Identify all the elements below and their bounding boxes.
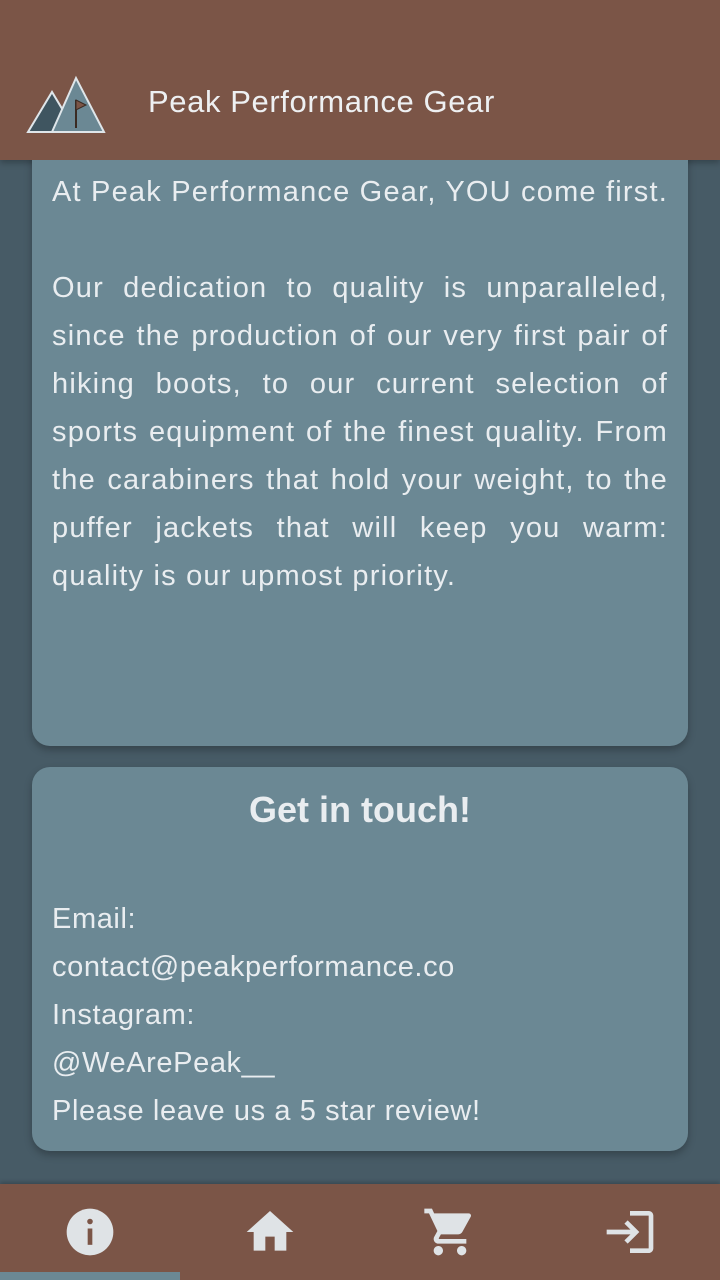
- about-card: At Peak Performance Gear, YOU come first…: [32, 160, 688, 746]
- bottom-nav: [0, 1184, 720, 1280]
- about-text: At Peak Performance Gear, YOU come first…: [52, 168, 668, 600]
- app-bar: Peak Performance Gear: [0, 0, 720, 160]
- instagram-label: Instagram:: [52, 999, 195, 1031]
- nav-item-cart[interactable]: [360, 1184, 540, 1280]
- nav-item-home[interactable]: [180, 1184, 360, 1280]
- mountain-flag-icon: [26, 75, 106, 133]
- nav-item-info[interactable]: [0, 1184, 180, 1280]
- content-scroll-area[interactable]: At Peak Performance Gear, YOU come first…: [0, 160, 720, 1184]
- contact-details: Email: contact@peakperformance.co Instag…: [52, 895, 668, 1135]
- app-title: Peak Performance Gear: [148, 84, 495, 119]
- instagram-handle[interactable]: @WeArePeak__: [52, 1039, 668, 1087]
- selected-tab-indicator: [0, 1272, 180, 1280]
- contact-heading: Get in touch!: [249, 789, 471, 830]
- cart-icon: [424, 1208, 472, 1256]
- home-icon: [246, 1211, 294, 1251]
- review-prompt: Please leave us a 5 star review!: [52, 1095, 481, 1127]
- login-icon: [606, 1211, 654, 1253]
- nav-item-login[interactable]: [540, 1184, 720, 1280]
- about-paragraph: Our dedication to quality is unparallele…: [52, 272, 668, 592]
- contact-card: Get in touch! Email: contact@peakperform…: [32, 767, 688, 1151]
- email-address[interactable]: contact@peakperformance.co: [52, 943, 668, 991]
- email-label: Email:: [52, 903, 137, 935]
- info-icon: [66, 1208, 114, 1256]
- about-paragraph: At Peak Performance Gear, YOU come first…: [52, 176, 668, 208]
